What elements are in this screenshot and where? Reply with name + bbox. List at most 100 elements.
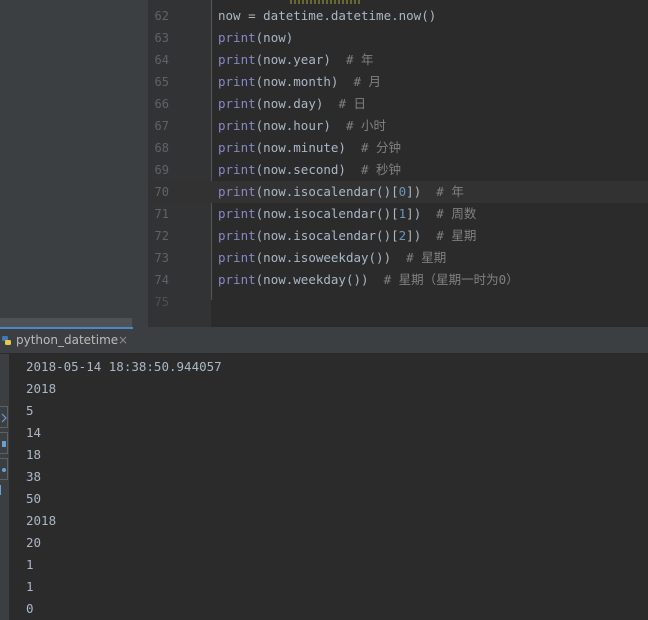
output-line: 5 — [26, 403, 34, 418]
horizontal-scrollbar[interactable] — [0, 318, 132, 327]
code-text: print(now.isoweekday()) # 星期 — [218, 247, 446, 269]
console-output[interactable]: 2018-05-14 18:38:50.944057 2018 5 14 18 38 50 2… — [9, 354, 648, 620]
code-line[interactable]: 62 now = datetime.datetime.now() — [149, 5, 648, 27]
keyword-token: print — [218, 162, 256, 177]
code-line[interactable]: 65 print(now.month) # 月 — [149, 71, 648, 93]
keyword-token: print — [218, 30, 256, 45]
code-line[interactable]: 66 print(now.day) # 日 — [149, 93, 648, 115]
comment-token: # 分钟 — [361, 140, 402, 155]
keyword-token: print — [218, 74, 256, 89]
line-number: 63 — [154, 31, 169, 45]
code-token: (now.hour) — [255, 118, 346, 133]
run-toolbar — [0, 354, 9, 620]
code-token: ]) — [406, 184, 437, 199]
line-number: 62 — [154, 9, 169, 23]
code-token: (now.second) — [255, 162, 361, 177]
code-line[interactable]: 70 print(now.isocalendar()[0]) # 年 — [149, 181, 648, 203]
keyword-token: print — [218, 206, 256, 221]
rerun-icon[interactable] — [0, 406, 8, 428]
code-line[interactable]: 63 print(now) — [149, 27, 648, 49]
code-line[interactable]: 71 print(now.isocalendar()[1]) # 周数 — [149, 203, 648, 225]
line-number: 71 — [154, 207, 169, 221]
comment-token: # 周数 — [436, 206, 477, 221]
code-text: print(now.isocalendar()[1]) # 周数 — [218, 203, 476, 225]
line-number: 73 — [154, 251, 169, 265]
code-token: (now.month) — [255, 74, 354, 89]
comment-token: # 年 — [345, 52, 374, 67]
output-line: 14 — [26, 425, 42, 440]
code-token: ]) — [406, 228, 437, 243]
code-token: (now.isocalendar()[ — [255, 206, 399, 221]
keyword-token: print — [218, 250, 256, 265]
code-line[interactable]: 69 print(now.second) # 秒钟 — [149, 159, 648, 181]
comment-token: # 星期 — [406, 250, 447, 265]
line-number: 68 — [154, 141, 169, 155]
code-token: (now.minute) — [255, 140, 361, 155]
code-token: (now.day) — [255, 96, 339, 111]
line-number: 75 — [154, 295, 169, 309]
code-token: (now.isocalendar()[ — [255, 228, 399, 243]
code-line[interactable]: 68 print(now.minute) # 分钟 — [149, 137, 648, 159]
run-tool-window-header: python_datetime × — [0, 327, 648, 354]
code-token: (now.isocalendar()[ — [255, 184, 399, 199]
code-line[interactable]: 73 print(now.isoweekday()) # 星期 — [149, 247, 648, 269]
code-line[interactable]: 64 print(now.year) # 年 — [149, 49, 648, 71]
code-text: print(now.month) # 月 — [218, 71, 381, 93]
comment-token: # 秒钟 — [361, 162, 402, 177]
spellcheck-underline — [290, 0, 362, 4]
python-icon — [2, 336, 11, 345]
keyword-token: print — [218, 96, 256, 111]
code-text: print(now.day) # 日 — [218, 93, 366, 115]
line-number: 72 — [154, 229, 169, 243]
output-line: 2018 — [26, 381, 57, 396]
run-tab[interactable]: python_datetime × — [0, 327, 133, 353]
comment-token: # 月 — [353, 74, 382, 89]
output-line: 1 — [26, 579, 34, 594]
output-line: 18 — [26, 447, 42, 462]
output-line: 50 — [26, 491, 42, 506]
output-line: 20 — [26, 535, 42, 550]
close-tab-icon[interactable]: × — [118, 333, 128, 347]
code-line[interactable]: 75 — [149, 291, 648, 313]
comment-token: # 星期 — [436, 228, 477, 243]
code-token: (now.year) — [255, 52, 346, 67]
keyword-token: print — [218, 272, 256, 287]
run-tab-label: python_datetime — [16, 333, 119, 347]
code-text: print(now.hour) # 小时 — [218, 115, 386, 137]
code-line[interactable]: 74 print(now.weekday()) # 星期（星期一时为0） — [149, 269, 648, 291]
code-line[interactable]: 67 print(now.hour) # 小时 — [149, 115, 648, 137]
code-line[interactable]: 72 print(now.isocalendar()[2]) # 星期 — [149, 225, 648, 247]
keyword-token: print — [218, 52, 256, 67]
line-number: 64 — [154, 53, 169, 67]
keyword-token: print — [218, 118, 256, 133]
project-panel — [0, 0, 149, 327]
keyword-token: print — [218, 140, 256, 155]
output-line: 2018-05-14 18:38:50.944057 — [26, 359, 222, 374]
code-text: print(now.isocalendar()[2]) # 星期 — [218, 225, 476, 247]
divider-mark — [0, 485, 5, 495]
line-number: 69 — [154, 163, 169, 177]
output-line: 1 — [26, 557, 34, 572]
code-token: (now.isoweekday()) — [255, 250, 407, 265]
comment-token: # 年 — [436, 184, 464, 199]
comment-token: # 小时 — [345, 118, 387, 133]
keyword-token: print — [218, 228, 256, 243]
line-number: 67 — [154, 119, 169, 133]
comment-token: # 日 — [338, 96, 366, 111]
code-text: print(now.second) # 秒钟 — [218, 159, 401, 181]
code-token: now = datetime.datetime.now() — [218, 8, 437, 23]
restore-icon[interactable] — [0, 458, 8, 480]
line-number: 66 — [154, 97, 169, 111]
comment-token: # 星期（星期一时为0） — [383, 272, 519, 287]
code-text: print(now.year) # 年 — [218, 49, 374, 71]
code-text: print(now.minute) # 分钟 — [218, 137, 401, 159]
code-token: ]) — [406, 206, 437, 221]
code-text: print(now) — [218, 27, 293, 49]
stop-icon[interactable] — [0, 432, 8, 454]
code-text: now = datetime.datetime.now() — [218, 5, 436, 27]
output-line: 38 — [26, 469, 42, 484]
code-editor[interactable]: 62 now = datetime.datetime.now() 63 print(n… — [0, 0, 648, 327]
code-text: print(now.isocalendar()[0]) # 年 — [218, 181, 464, 203]
keyword-token: print — [218, 184, 256, 199]
output-line: 0 — [26, 601, 34, 616]
